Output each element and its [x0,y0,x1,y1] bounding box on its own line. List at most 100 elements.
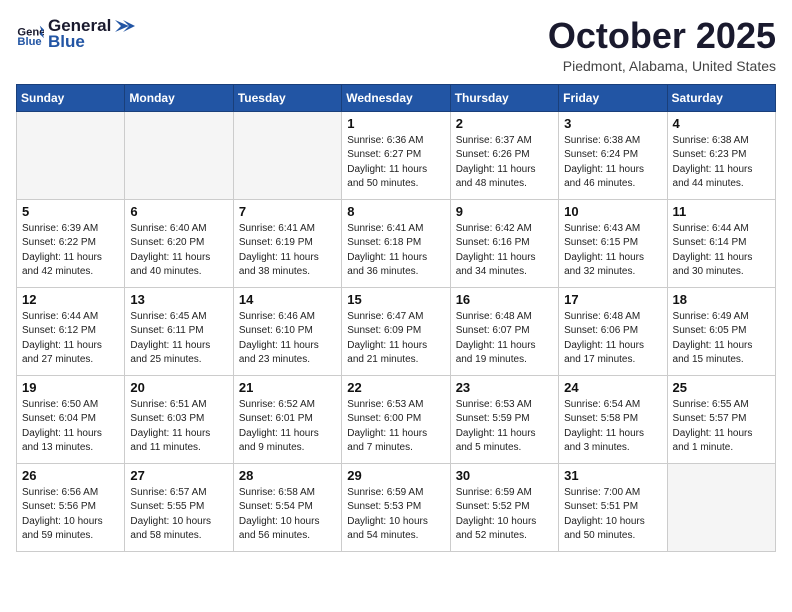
day-number: 20 [130,380,227,395]
day-info: Sunrise: 6:36 AM Sunset: 6:27 PM Dayligh… [347,134,444,192]
weekday-header-tuesday: Tuesday [233,84,341,111]
logo: General Blue General Blue [16,16,135,52]
day-info: Sunrise: 6:39 AM Sunset: 6:22 PM Dayligh… [22,222,119,280]
day-number: 3 [564,116,661,131]
title-block: October 2025 Piedmont, Alabama, United S… [548,16,776,74]
calendar-cell [667,463,775,551]
calendar-cell: 29Sunrise: 6:59 AM Sunset: 5:53 PM Dayli… [342,463,450,551]
day-number: 7 [239,204,336,219]
calendar-cell: 25Sunrise: 6:55 AM Sunset: 5:57 PM Dayli… [667,375,775,463]
calendar-cell: 14 Sunrise: 6:46 AM Sunset: 6:10 PM Dayli… [233,287,341,375]
day-info: Sunrise: 6:48 AM Sunset: 6:06 PM Dayligh… [564,310,661,368]
day-info: Sunrise: 7:00 AM Sunset: 5:51 PM Dayligh… [564,486,661,544]
day-number: 29 [347,468,444,483]
calendar-cell: 20Sunrise: 6:51 AM Sunset: 6:03 PM Dayli… [125,375,233,463]
day-number: 4 [673,116,770,131]
calendar-cell: 3 Sunrise: 6:38 AM Sunset: 6:24 PM Daylig… [559,111,667,199]
day-info: Sunrise: 6:57 AM Sunset: 5:55 PM Dayligh… [130,486,227,544]
weekday-header-sunday: Sunday [17,84,125,111]
calendar-cell: 10 Sunrise: 6:43 AM Sunset: 6:15 PM Dayli… [559,199,667,287]
day-number: 5 [22,204,119,219]
day-info: Sunrise: 6:38 AM Sunset: 6:23 PM Dayligh… [673,134,770,192]
day-number: 30 [456,468,553,483]
weekday-header-wednesday: Wednesday [342,84,450,111]
day-number: 18 [673,292,770,307]
calendar-cell: 9 Sunrise: 6:42 AM Sunset: 6:16 PM Daylig… [450,199,558,287]
calendar-cell: 6Sunrise: 6:40 AM Sunset: 6:20 PM Daylig… [125,199,233,287]
calendar-cell: 27 Sunrise: 6:57 AM Sunset: 5:55 PM Dayli… [125,463,233,551]
calendar-cell: 8 Sunrise: 6:41 AM Sunset: 6:18 PM Daylig… [342,199,450,287]
day-info: Sunrise: 6:49 AM Sunset: 6:05 PM Dayligh… [673,310,770,368]
day-number: 17 [564,292,661,307]
day-info: Sunrise: 6:48 AM Sunset: 6:07 PM Dayligh… [456,310,553,368]
calendar-cell: 21 Sunrise: 6:52 AM Sunset: 6:01 PM Dayli… [233,375,341,463]
week-row-3: 12Sunrise: 6:44 AM Sunset: 6:12 PM Dayli… [17,287,776,375]
day-info: Sunrise: 6:45 AM Sunset: 6:11 PM Dayligh… [130,310,227,368]
logo-arrow-icon [113,18,135,34]
day-info: Sunrise: 6:52 AM Sunset: 6:01 PM Dayligh… [239,398,336,456]
day-number: 26 [22,468,119,483]
calendar-header: SundayMondayTuesdayWednesdayThursdayFrid… [17,84,776,111]
day-number: 23 [456,380,553,395]
day-info: Sunrise: 6:38 AM Sunset: 6:24 PM Dayligh… [564,134,661,192]
day-number: 9 [456,204,553,219]
day-number: 1 [347,116,444,131]
day-number: 15 [347,292,444,307]
day-info: Sunrise: 6:50 AM Sunset: 6:04 PM Dayligh… [22,398,119,456]
calendar-cell: 30 Sunrise: 6:59 AM Sunset: 5:52 PM Dayli… [450,463,558,551]
day-info: Sunrise: 6:40 AM Sunset: 6:20 PM Dayligh… [130,222,227,280]
day-info: Sunrise: 6:44 AM Sunset: 6:14 PM Dayligh… [673,222,770,280]
calendar-cell: 2 Sunrise: 6:37 AM Sunset: 6:26 PM Daylig… [450,111,558,199]
day-number: 14 [239,292,336,307]
weekday-header-thursday: Thursday [450,84,558,111]
calendar-cell: 15 Sunrise: 6:47 AM Sunset: 6:09 PM Dayli… [342,287,450,375]
day-info: Sunrise: 6:43 AM Sunset: 6:15 PM Dayligh… [564,222,661,280]
calendar-cell [233,111,341,199]
svg-text:Blue: Blue [17,36,41,48]
week-row-5: 26 Sunrise: 6:56 AM Sunset: 5:56 PM Dayli… [17,463,776,551]
calendar-cell: 17 Sunrise: 6:48 AM Sunset: 6:06 PM Dayli… [559,287,667,375]
month-title: October 2025 [548,16,776,56]
day-info: Sunrise: 6:53 AM Sunset: 5:59 PM Dayligh… [456,398,553,456]
day-number: 31 [564,468,661,483]
week-row-1: 1 Sunrise: 6:36 AM Sunset: 6:27 PM Daylig… [17,111,776,199]
calendar-cell: 26 Sunrise: 6:56 AM Sunset: 5:56 PM Dayli… [17,463,125,551]
day-info: Sunrise: 6:59 AM Sunset: 5:52 PM Dayligh… [456,486,553,544]
calendar-cell: 4 Sunrise: 6:38 AM Sunset: 6:23 PM Daylig… [667,111,775,199]
calendar-cell [17,111,125,199]
day-number: 21 [239,380,336,395]
day-info: Sunrise: 6:41 AM Sunset: 6:18 PM Dayligh… [347,222,444,280]
day-number: 13 [130,292,227,307]
day-number: 10 [564,204,661,219]
day-number: 11 [673,204,770,219]
calendar-cell: 18 Sunrise: 6:49 AM Sunset: 6:05 PM Dayli… [667,287,775,375]
day-info: Sunrise: 6:55 AM Sunset: 5:57 PM Dayligh… [673,398,770,456]
weekday-header-monday: Monday [125,84,233,111]
day-info: Sunrise: 6:37 AM Sunset: 6:26 PM Dayligh… [456,134,553,192]
calendar-cell: 1 Sunrise: 6:36 AM Sunset: 6:27 PM Daylig… [342,111,450,199]
calendar-cell: 11 Sunrise: 6:44 AM Sunset: 6:14 PM Dayli… [667,199,775,287]
calendar-table: SundayMondayTuesdayWednesdayThursdayFrid… [16,84,776,552]
calendar-cell: 28Sunrise: 6:58 AM Sunset: 5:54 PM Dayli… [233,463,341,551]
calendar-cell: 13 Sunrise: 6:45 AM Sunset: 6:11 PM Dayli… [125,287,233,375]
day-number: 22 [347,380,444,395]
day-number: 27 [130,468,227,483]
day-number: 8 [347,204,444,219]
day-info: Sunrise: 6:44 AM Sunset: 6:12 PM Dayligh… [22,310,119,368]
calendar-cell: 24Sunrise: 6:54 AM Sunset: 5:58 PM Dayli… [559,375,667,463]
weekday-header-friday: Friday [559,84,667,111]
calendar-cell: 31 Sunrise: 7:00 AM Sunset: 5:51 PM Dayli… [559,463,667,551]
day-info: Sunrise: 6:54 AM Sunset: 5:58 PM Dayligh… [564,398,661,456]
calendar-cell: 5 Sunrise: 6:39 AM Sunset: 6:22 PM Daylig… [17,199,125,287]
day-info: Sunrise: 6:41 AM Sunset: 6:19 PM Dayligh… [239,222,336,280]
day-info: Sunrise: 6:46 AM Sunset: 6:10 PM Dayligh… [239,310,336,368]
day-info: Sunrise: 6:56 AM Sunset: 5:56 PM Dayligh… [22,486,119,544]
day-number: 28 [239,468,336,483]
logo-icon: General Blue [16,20,44,48]
day-info: Sunrise: 6:47 AM Sunset: 6:09 PM Dayligh… [347,310,444,368]
day-info: Sunrise: 6:42 AM Sunset: 6:16 PM Dayligh… [456,222,553,280]
calendar-cell: 19Sunrise: 6:50 AM Sunset: 6:04 PM Dayli… [17,375,125,463]
calendar-body: 1 Sunrise: 6:36 AM Sunset: 6:27 PM Daylig… [17,111,776,551]
calendar-cell: 7 Sunrise: 6:41 AM Sunset: 6:19 PM Daylig… [233,199,341,287]
day-number: 2 [456,116,553,131]
